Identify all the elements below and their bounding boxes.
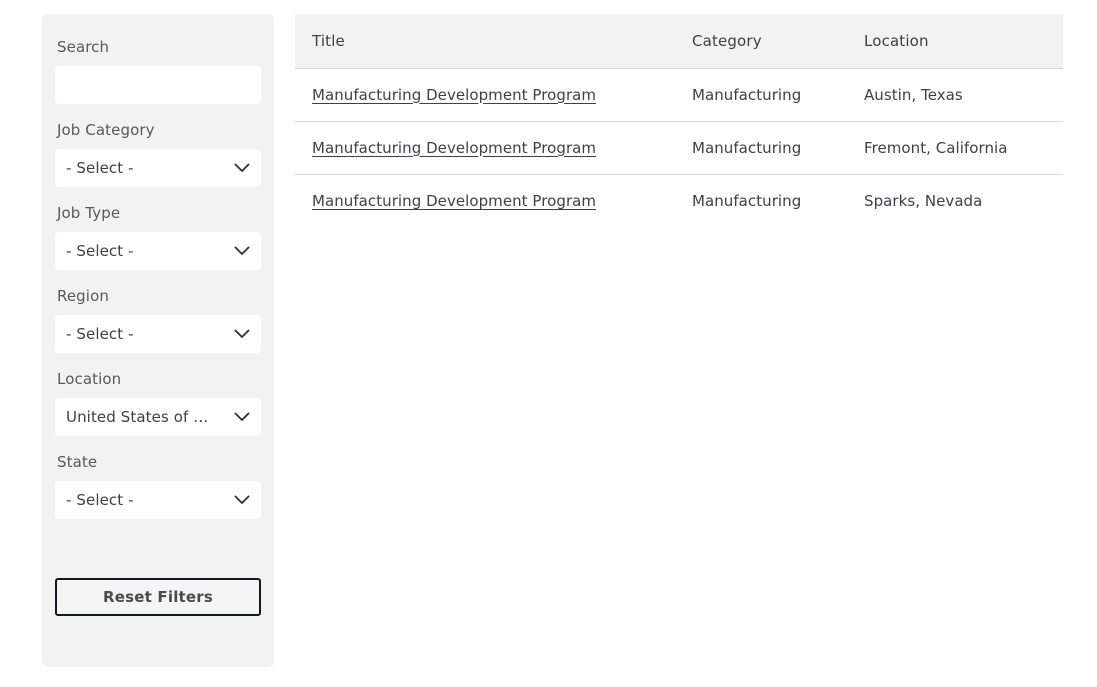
job-type-select-value: - Select - <box>66 242 134 260</box>
location-select-value: United States of … <box>66 408 208 426</box>
location-select[interactable]: United States of … <box>55 398 261 436</box>
job-category-label: Job Category <box>57 121 261 140</box>
job-search-page: Search Job Category - Select - Job Type <box>0 0 1097 687</box>
column-header-category[interactable]: Category <box>675 14 847 68</box>
job-type-label: Job Type <box>57 204 261 223</box>
filter-group-search: Search <box>55 38 261 104</box>
job-title-link[interactable]: Manufacturing Development Program <box>312 192 596 210</box>
column-header-title[interactable]: Title <box>295 14 675 68</box>
table-row: Manufacturing Development Program Manufa… <box>295 68 1063 121</box>
cell-title: Manufacturing Development Program <box>295 174 675 227</box>
job-type-select[interactable]: - Select - <box>55 232 261 270</box>
filter-group-region: Region - Select - <box>55 287 261 353</box>
cell-title: Manufacturing Development Program <box>295 68 675 121</box>
job-title-link[interactable]: Manufacturing Development Program <box>312 139 596 157</box>
table-header-row: Title Category Location <box>295 14 1063 68</box>
location-select-wrap: United States of … <box>55 398 261 436</box>
region-select-value: - Select - <box>66 325 134 343</box>
filter-group-state: State - Select - <box>55 453 261 519</box>
filter-group-job-type: Job Type - Select - <box>55 204 261 270</box>
table-row: Manufacturing Development Program Manufa… <box>295 121 1063 174</box>
table-header: Title Category Location <box>295 14 1063 68</box>
column-header-location[interactable]: Location <box>847 14 1063 68</box>
cell-category: Manufacturing <box>675 174 847 227</box>
job-type-select-wrap: - Select - <box>55 232 261 270</box>
cell-location: Fremont, California <box>847 121 1063 174</box>
cell-category: Manufacturing <box>675 121 847 174</box>
state-select-value: - Select - <box>66 491 134 509</box>
spacer <box>55 536 261 578</box>
table-body: Manufacturing Development Program Manufa… <box>295 68 1063 227</box>
job-category-select-value: - Select - <box>66 159 134 177</box>
job-category-select[interactable]: - Select - <box>55 149 261 187</box>
state-label: State <box>57 453 261 472</box>
filter-panel: Search Job Category - Select - Job Type <box>42 14 274 667</box>
filter-group-location: Location United States of … <box>55 370 261 436</box>
state-select[interactable]: - Select - <box>55 481 261 519</box>
location-label: Location <box>57 370 261 389</box>
cell-location: Sparks, Nevada <box>847 174 1063 227</box>
reset-filters-button[interactable]: Reset Filters <box>55 578 261 616</box>
cell-location: Austin, Texas <box>847 68 1063 121</box>
job-results-table: Title Category Location Manufacturing De… <box>295 14 1063 227</box>
region-label: Region <box>57 287 261 306</box>
job-title-link[interactable]: Manufacturing Development Program <box>312 86 596 104</box>
table-row: Manufacturing Development Program Manufa… <box>295 174 1063 227</box>
region-select-wrap: - Select - <box>55 315 261 353</box>
search-input[interactable] <box>55 66 261 104</box>
cell-category: Manufacturing <box>675 68 847 121</box>
filter-group-job-category: Job Category - Select - <box>55 121 261 187</box>
cell-title: Manufacturing Development Program <box>295 121 675 174</box>
search-label: Search <box>57 38 261 57</box>
job-category-select-wrap: - Select - <box>55 149 261 187</box>
region-select[interactable]: - Select - <box>55 315 261 353</box>
state-select-wrap: - Select - <box>55 481 261 519</box>
